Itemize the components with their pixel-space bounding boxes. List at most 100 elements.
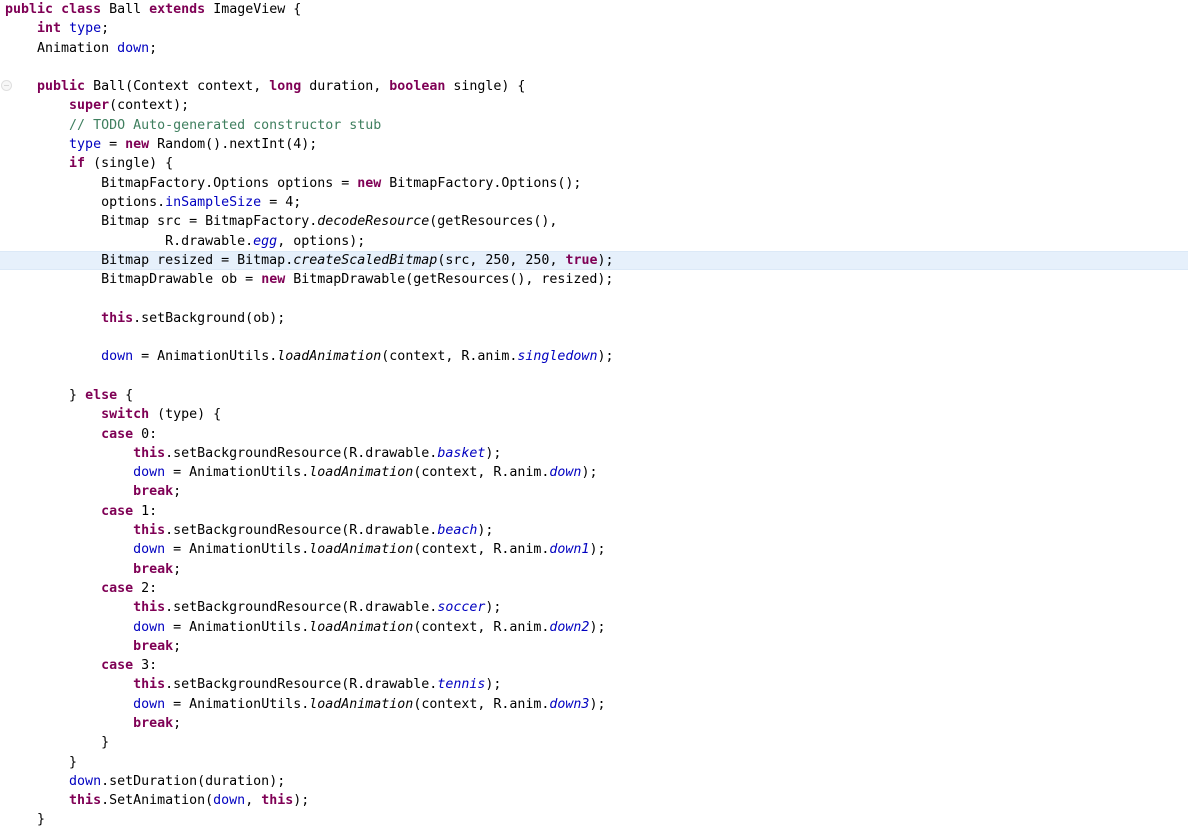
token-static-method: decodeResource [317, 214, 430, 230]
token-keyword: this [69, 793, 102, 809]
code-line[interactable]: type = new Random().nextInt(4); [0, 135, 1188, 154]
code-line[interactable]: down = AnimationUtils.loadAnimation(cont… [0, 540, 1188, 559]
code-line[interactable]: if (single) { [0, 154, 1188, 173]
token-plain: , [549, 252, 566, 268]
token-plain: .SetAnimation( [101, 793, 214, 809]
token-field: down [69, 773, 102, 789]
token-static-method: loadAnimation [309, 619, 414, 635]
code-line[interactable]: } [0, 810, 1188, 829]
token-keyword: this [133, 523, 166, 539]
token-plain: = AnimationUtils. [165, 619, 310, 635]
code-line[interactable]: break; [0, 714, 1188, 733]
code-line[interactable]: case 0: [0, 425, 1188, 444]
token-plain: = AnimationUtils. [133, 349, 278, 365]
code-line[interactable]: switch (type) { [0, 405, 1188, 424]
code-line[interactable]: } [0, 733, 1188, 752]
code-line[interactable]: this.setBackgroundResource(R.drawable.te… [0, 675, 1188, 694]
code-line[interactable]: options.inSampleSize = 4; [0, 193, 1188, 212]
token-static-method: createScaledBitmap [293, 252, 438, 268]
token-plain: ); [485, 677, 502, 693]
code-line[interactable]: int type; [0, 19, 1188, 38]
token-keyword: new [261, 272, 286, 288]
code-line[interactable]: case 3: [0, 656, 1188, 675]
code-line[interactable] [0, 328, 1188, 347]
token-plain: ); [589, 542, 606, 558]
token-plain: options. [5, 194, 166, 210]
token-keyword: new [357, 175, 382, 191]
token-field: down [133, 465, 166, 481]
code-line[interactable]: down = AnimationUtils.loadAnimation(cont… [0, 463, 1188, 482]
token-static-field: down1 [549, 542, 590, 558]
token-keyword: this [101, 310, 134, 326]
code-line[interactable]: break; [0, 560, 1188, 579]
code-line[interactable]: this.setBackground(ob); [0, 309, 1188, 328]
code-line[interactable]: case 2: [0, 579, 1188, 598]
code-line[interactable]: BitmapDrawable ob = new BitmapDrawable(g… [0, 270, 1188, 289]
code-line[interactable]: } [0, 753, 1188, 772]
token-plain: } [5, 812, 46, 828]
token-plain: ); [485, 600, 502, 616]
token-plain: = AnimationUtils. [165, 542, 310, 558]
token-plain: : [149, 580, 158, 596]
token-keyword: case [101, 580, 134, 596]
code-line[interactable]: super(context); [0, 96, 1188, 115]
token-plain: (getResources(), [429, 214, 558, 230]
code-line[interactable]: case 1: [0, 502, 1188, 521]
token-static-field: down2 [549, 619, 590, 635]
code-line[interactable]: this.setBackgroundResource(R.drawable.so… [0, 598, 1188, 617]
code-line[interactable]: Animation down; [0, 39, 1188, 58]
token-plain: = [101, 137, 126, 153]
code-line[interactable]: public class Ball extends ImageView { [0, 0, 1188, 19]
token-plain: ); [485, 445, 502, 461]
token-plain: ; [173, 715, 182, 731]
token-keyword: break [133, 638, 174, 654]
token-field: type [69, 21, 102, 37]
code-line[interactable]: // TODO Auto-generated constructor stub [0, 116, 1188, 135]
code-line[interactable]: break; [0, 637, 1188, 656]
token-plain: ); [477, 523, 494, 539]
token-static-field: soccer [437, 600, 486, 616]
code-line[interactable]: this.SetAnimation(down, this); [0, 791, 1188, 810]
code-line-current[interactable]: Bitmap resized = Bitmap.createScaledBitm… [0, 250, 1188, 271]
token-static-method: loadAnimation [277, 349, 382, 365]
code-line[interactable]: down = AnimationUtils.loadAnimation(cont… [0, 347, 1188, 366]
code-line[interactable]: this.setBackgroundResource(R.drawable.be… [0, 521, 1188, 540]
code-line[interactable]: R.drawable.egg, options); [0, 232, 1188, 251]
code-line[interactable]: this.setBackgroundResource(R.drawable.ba… [0, 444, 1188, 463]
token-plain: single) { [445, 79, 526, 95]
token-plain: Bitmap src = BitmapFactory. [5, 214, 318, 230]
token-field: down [133, 696, 166, 712]
token-plain: BitmapDrawable ob = [5, 272, 262, 288]
code-line[interactable]: break; [0, 482, 1188, 501]
token-plain: : [149, 658, 158, 674]
code-line[interactable]: public Ball(Context context, long durati… [0, 77, 1188, 96]
token-keyword: this [261, 793, 294, 809]
code-line[interactable]: BitmapFactory.Options options = new Bitm… [0, 174, 1188, 193]
code-text-area[interactable]: public class Ball extends ImageView { in… [0, 0, 1188, 835]
token-plain: .setBackgroundResource(R.drawable. [165, 523, 438, 539]
code-line[interactable]: } else { [0, 386, 1188, 405]
token-keyword: this [133, 445, 166, 461]
code-line[interactable]: Bitmap src = BitmapFactory.decodeResourc… [0, 212, 1188, 231]
code-line[interactable] [0, 289, 1188, 308]
token-plain: ); [301, 137, 318, 153]
code-line[interactable] [0, 367, 1188, 386]
code-line[interactable]: down.setDuration(duration); [0, 772, 1188, 791]
code-line[interactable]: down = AnimationUtils.loadAnimation(cont… [0, 618, 1188, 637]
java-code-editor[interactable]: public class Ball extends ImageView { in… [0, 0, 1188, 835]
code-line[interactable]: down = AnimationUtils.loadAnimation(cont… [0, 695, 1188, 714]
code-line[interactable] [0, 58, 1188, 77]
